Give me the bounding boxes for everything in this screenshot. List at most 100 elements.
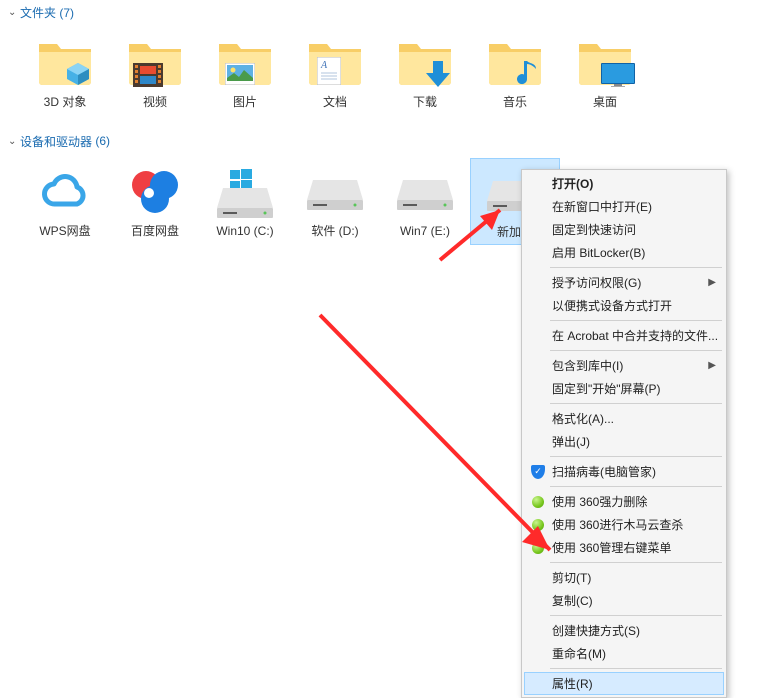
section-header-folders[interactable]: ⌄ 文件夹 (7) [0, 0, 771, 25]
submenu-arrow-icon: ▶ [708, 277, 716, 288]
folder-icon [393, 33, 457, 91]
device-drive-e[interactable]: Win7 (E:) [380, 158, 470, 246]
menu-item-label: 启用 BitLocker(B) [552, 244, 645, 261]
section-title-devices: 设备和驱动器 [20, 133, 92, 150]
submenu-arrow-icon: ▶ [708, 360, 716, 371]
item-label: 图片 [200, 95, 290, 111]
context-menu: 打开(O) 在新窗口中打开(E) 固定到快速访问启用 BitLocker(B) 授予访… [521, 169, 727, 698]
svg-text:A: A [320, 60, 328, 71]
menu-separator [550, 350, 722, 351]
monitor-icon [601, 63, 635, 87]
folder-pictures[interactable]: 图片 [200, 29, 290, 115]
chevron-down-icon: ⌄ [8, 7, 18, 18]
menu-item[interactable]: 重命名(M) [524, 642, 724, 665]
menu-item-label: 剪切(T) [552, 569, 591, 586]
menu-item-label: 使用 360强力删除 [552, 493, 647, 510]
chevron-down-icon: ⌄ [8, 136, 18, 147]
menu-separator [550, 668, 722, 669]
menu-item[interactable]: 包含到库中(I) ▶ [524, 354, 724, 377]
device-wps-cloud[interactable]: WPS网盘 [20, 158, 110, 246]
menu-item[interactable]: 启用 BitLocker(B) [524, 241, 724, 264]
section-title-folders: 文件夹 [20, 4, 56, 21]
folder-music[interactable]: 音乐 [470, 29, 560, 115]
menu-item[interactable]: 在 Acrobat 中合并支持的文件... [524, 324, 724, 347]
menu-item-label: 创建快捷方式(S) [552, 622, 640, 639]
menu-item[interactable]: 在新窗口中打开(E) [524, 195, 724, 218]
item-label: Win10 (C:) [200, 224, 290, 240]
orb-icon [530, 517, 546, 533]
menu-item-label: 打开(O) [552, 175, 593, 192]
menu-item[interactable]: 固定到快速访问 [524, 218, 724, 241]
menu-item[interactable]: 弹出(J) [524, 430, 724, 453]
menu-item[interactable]: 使用 360强力删除 [524, 490, 724, 513]
menu-item[interactable]: 剪切(T) [524, 566, 724, 589]
drive-icon [393, 162, 457, 220]
folder-icon [213, 33, 277, 91]
menu-item-label: 以便携式设备方式打开 [552, 297, 672, 314]
folder-documents[interactable]: A 文档 [290, 29, 380, 115]
menu-item-label: 在 Acrobat 中合并支持的文件... [552, 327, 718, 344]
folder-icon [483, 33, 547, 91]
folder-videos[interactable]: 视频 [110, 29, 200, 115]
menu-separator [550, 456, 722, 457]
drive-icon [303, 162, 367, 220]
menu-item-label: 固定到"开始"屏幕(P) [552, 380, 661, 397]
item-label: 桌面 [560, 95, 650, 111]
folder-icon [573, 33, 637, 91]
menu-item-label: 固定到快速访问 [552, 221, 636, 238]
folders-grid: 3D 对象 视频 图片 A 文档 下载 [0, 25, 771, 129]
menu-item[interactable]: 格式化(A)... [524, 407, 724, 430]
item-label: 音乐 [470, 95, 560, 111]
drive-icon [213, 162, 277, 220]
document-icon: A [317, 57, 341, 85]
menu-item-label: 使用 360进行木马云查杀 [552, 516, 683, 533]
section-header-devices[interactable]: ⌄ 设备和驱动器 (6) [0, 129, 771, 154]
item-label: 下载 [380, 95, 470, 111]
menu-item-label: 授予访问权限(G) [552, 274, 641, 291]
photo-icon [225, 63, 255, 85]
item-label: 3D 对象 [20, 95, 110, 111]
menu-separator [550, 615, 722, 616]
menu-item[interactable]: 创建快捷方式(S) [524, 619, 724, 642]
folder-icon: A [303, 33, 367, 91]
cube-icon [65, 61, 91, 87]
menu-separator [550, 562, 722, 563]
section-count-folders: (7) [56, 6, 74, 20]
menu-item-label: 包含到库中(I) [552, 357, 623, 374]
menu-item[interactable]: 使用 360进行木马云查杀 [524, 513, 724, 536]
folder-desktop[interactable]: 桌面 [560, 29, 650, 115]
menu-item-label: 属性(R) [552, 675, 593, 692]
device-baidu-netdisk[interactable]: 百度网盘 [110, 158, 200, 246]
folder-downloads[interactable]: 下载 [380, 29, 470, 115]
item-label: Win7 (E:) [380, 224, 470, 240]
device-drive-c[interactable]: Win10 (C:) [200, 158, 290, 246]
item-label: WPS网盘 [20, 224, 110, 240]
folder-icon [123, 33, 187, 91]
menu-separator [550, 486, 722, 487]
menu-item-label: 复制(C) [552, 592, 593, 609]
item-label: 视频 [110, 95, 200, 111]
section-count-devices: (6) [92, 134, 110, 148]
menu-item-label: 使用 360管理右键菜单 [552, 539, 671, 556]
menu-item-label: 在新窗口中打开(E) [552, 198, 652, 215]
menu-item-label: 扫描病毒(电脑管家) [552, 463, 656, 480]
orb-icon [530, 540, 546, 556]
baidu-netdisk-icon [123, 162, 187, 220]
menu-item[interactable]: ✓扫描病毒(电脑管家) [524, 460, 724, 483]
menu-item[interactable]: 打开(O) [524, 172, 724, 195]
download-arrow-icon [423, 59, 453, 89]
menu-item[interactable]: 使用 360管理右键菜单 [524, 536, 724, 559]
menu-item[interactable]: 固定到"开始"屏幕(P) [524, 377, 724, 400]
menu-item[interactable]: 属性(R) [524, 672, 724, 695]
menu-separator [550, 267, 722, 268]
folder-3d-objects[interactable]: 3D 对象 [20, 29, 110, 115]
menu-item-label: 重命名(M) [552, 645, 606, 662]
item-label: 软件 (D:) [290, 224, 380, 240]
menu-item-label: 弹出(J) [552, 433, 590, 450]
device-drive-d[interactable]: 软件 (D:) [290, 158, 380, 246]
menu-item[interactable]: 授予访问权限(G) ▶ [524, 271, 724, 294]
menu-item[interactable]: 以便携式设备方式打开 [524, 294, 724, 317]
menu-separator [550, 320, 722, 321]
item-label: 文档 [290, 95, 380, 111]
menu-item[interactable]: 复制(C) [524, 589, 724, 612]
